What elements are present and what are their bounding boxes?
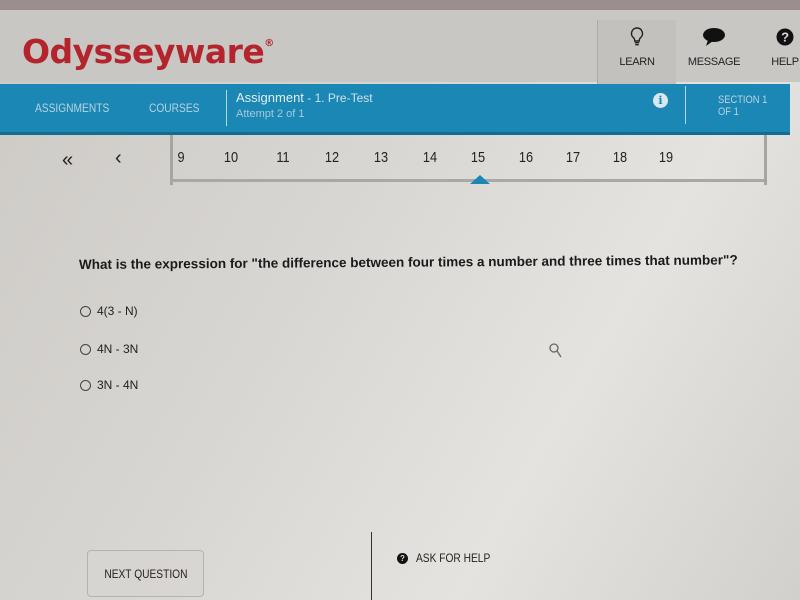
option-label: 4(3 - N) (97, 304, 138, 318)
learn-label: LEARN (619, 56, 655, 68)
header: Odysseyware® LEARN MESSAGE ? HELP (0, 10, 800, 84)
page-16[interactable]: 16 (516, 149, 536, 166)
pager-arrows: « ‹ (0, 135, 170, 185)
option-label: 4N - 3N (97, 342, 139, 356)
ask-for-help-label: ASK FOR HELP (416, 551, 491, 565)
question-circle-icon: ? (397, 552, 408, 564)
page-12[interactable]: 12 (322, 149, 342, 166)
footer-divider (371, 532, 372, 600)
next-question-label: NEXT QUESTION (103, 566, 188, 581)
radio-button[interactable] (80, 305, 91, 317)
registered-mark: ® (264, 38, 274, 49)
message-button[interactable]: MESSAGE (676, 20, 752, 84)
assignment-label: Assignment (236, 90, 304, 105)
page-18[interactable]: 18 (610, 149, 630, 166)
page-19[interactable]: 19 (656, 149, 676, 166)
option-label: 3N - 4N (97, 378, 139, 392)
question-pager: « ‹ 9 10 11 12 13 14 15 16 17 18 19 (0, 135, 800, 185)
page-15-current[interactable]: 15 (468, 149, 488, 166)
page-10[interactable]: 10 (221, 149, 241, 166)
page-17[interactable]: 17 (563, 149, 583, 166)
speech-bubble-icon (702, 26, 726, 48)
option-3[interactable]: 3N - 4N (80, 378, 138, 392)
ask-for-help-button[interactable]: ? ASK FOR HELP (397, 551, 503, 565)
question-circle-icon: ? (776, 26, 794, 48)
lightbulb-icon (630, 26, 644, 48)
previous-page-button[interactable]: ‹ (115, 147, 122, 170)
assignment-title: Assignment - 1. Pre-Test (236, 90, 373, 105)
option-1[interactable]: 4(3 - N) (80, 304, 138, 318)
mouse-cursor-icon (549, 343, 563, 362)
top-band (0, 0, 800, 10)
nav-assignments[interactable]: ASSIGNMENTS (35, 101, 109, 115)
divider (226, 90, 227, 126)
radio-button[interactable] (80, 379, 91, 391)
help-button[interactable]: ? HELP (760, 20, 800, 84)
pager-end-divider (764, 135, 767, 185)
question-text: What is the expression for "the differen… (78, 252, 738, 272)
page-14[interactable]: 14 (420, 149, 440, 166)
learn-button[interactable]: LEARN (597, 20, 676, 84)
svg-text:?: ? (781, 30, 789, 45)
logo: Odysseyware® (22, 32, 274, 71)
divider (685, 86, 686, 124)
first-page-button[interactable]: « (62, 149, 73, 172)
next-question-button[interactable]: NEXT QUESTION (87, 550, 204, 597)
info-icon[interactable]: i (653, 93, 668, 108)
attempt-text: Attempt 2 of 1 (236, 108, 305, 120)
assignment-name: - 1. Pre-Test (303, 91, 373, 105)
page-11[interactable]: 11 (273, 149, 293, 166)
help-label: HELP (771, 56, 799, 68)
radio-button[interactable] (80, 343, 91, 355)
nav-courses[interactable]: COURSES (149, 101, 199, 115)
section-indicator: SECTION 1 OF 1 (718, 94, 768, 118)
current-page-marker (470, 175, 490, 184)
option-2[interactable]: 4N - 3N (80, 342, 138, 356)
message-label: MESSAGE (687, 56, 741, 68)
logo-text: Odysseyware (22, 32, 265, 71)
assignment-bar: ASSIGNMENTS COURSES Assignment - 1. Pre-… (0, 84, 790, 135)
page-9[interactable]: 9 (171, 149, 191, 166)
page-13[interactable]: 13 (371, 149, 391, 166)
